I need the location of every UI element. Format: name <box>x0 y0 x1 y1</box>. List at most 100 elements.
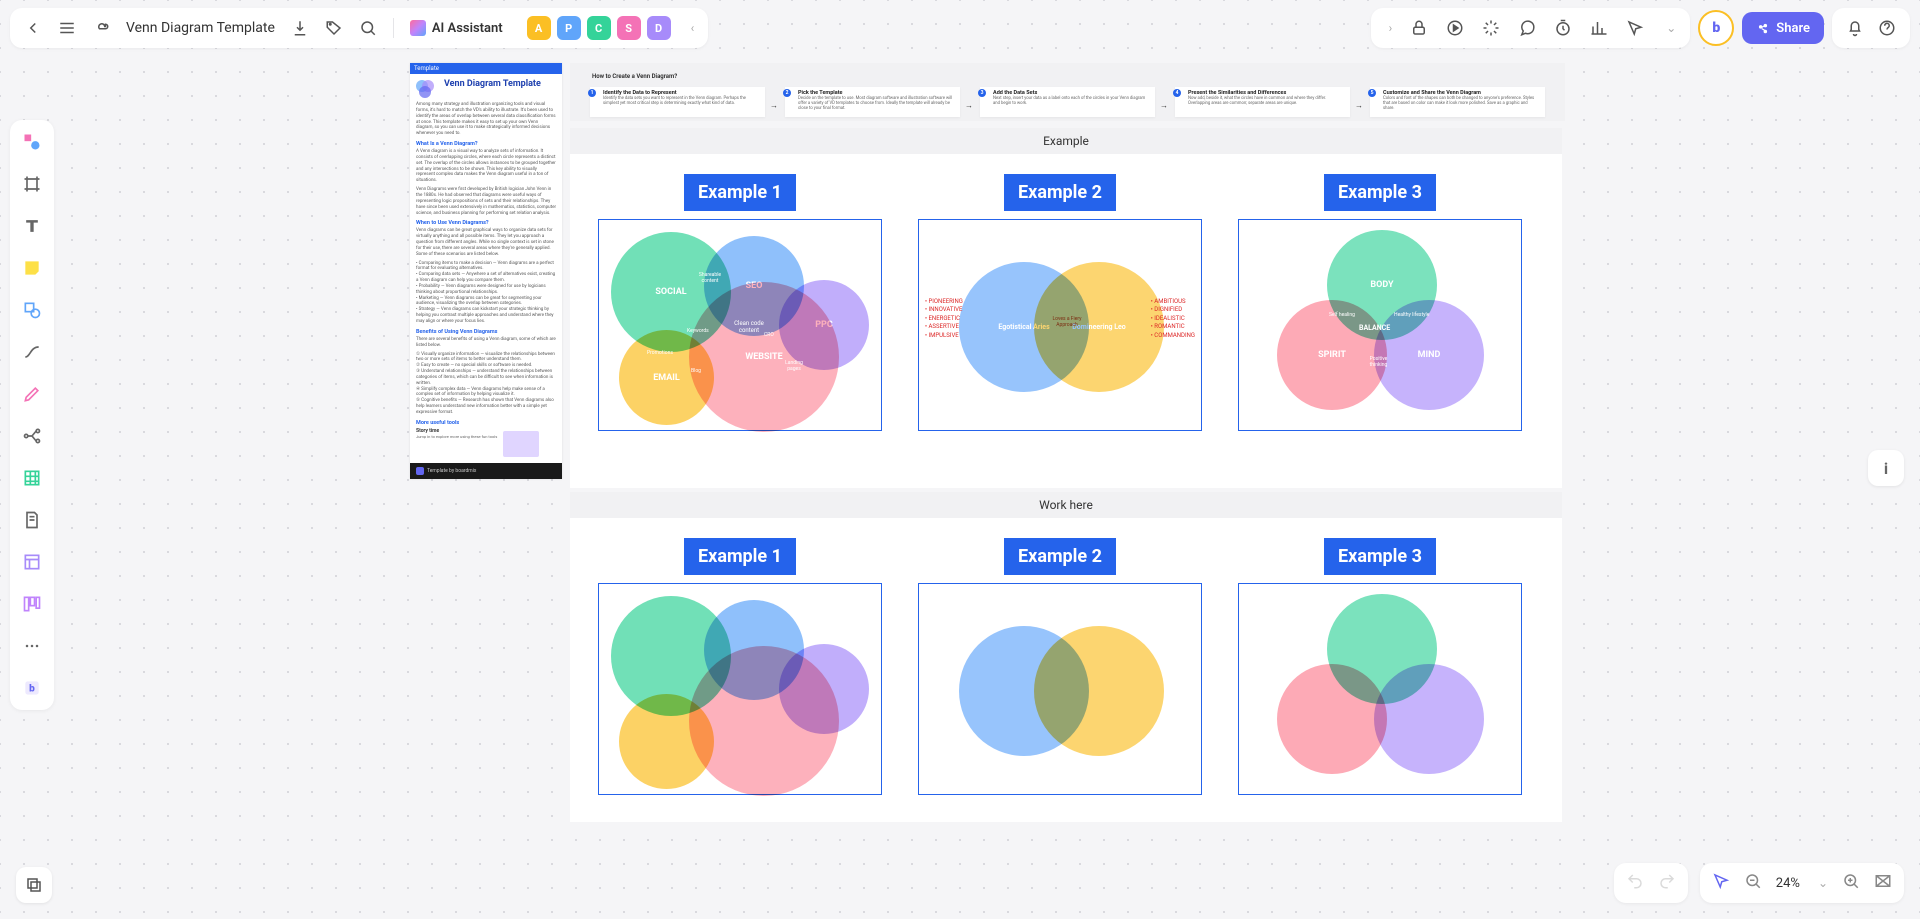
overlap-bm: Healthy lifestyle <box>1394 312 1429 318</box>
venn-blank-1[interactable] <box>598 583 882 795</box>
zoom-in-icon[interactable] <box>1842 872 1860 894</box>
doc-title[interactable]: Venn Diagram Template <box>126 20 275 36</box>
venn-box-1[interactable]: SOCIAL SEO PPC WEBSITE EMAIL Clean code … <box>598 219 882 431</box>
table-icon[interactable] <box>20 466 44 490</box>
step-card[interactable]: 4Present the Similarities and Difference… <box>1175 87 1350 117</box>
ai-assistant-button[interactable]: AI Assistant <box>410 20 503 36</box>
menu-icon[interactable] <box>58 19 76 37</box>
back-icon[interactable] <box>24 19 42 37</box>
avatar[interactable]: P <box>557 16 581 40</box>
notif-group <box>1832 8 1910 48</box>
zoom-chev[interactable]: ⌄ <box>1818 876 1828 890</box>
pointer-icon[interactable] <box>1712 872 1730 894</box>
circle[interactable] <box>1277 664 1387 774</box>
example-col: Example 1 SOCIAL SEO PPC WEBSITE EMAIL C… <box>598 174 882 431</box>
steps-title: How to Create a Venn Diagram? <box>592 73 677 80</box>
venn-blank-2[interactable] <box>918 583 1202 795</box>
venn-blank-3[interactable] <box>1238 583 1522 795</box>
avatar[interactable]: S <box>617 16 641 40</box>
example-label[interactable]: Example 1 <box>684 538 796 575</box>
bell-icon[interactable] <box>1846 19 1864 37</box>
circle-website[interactable]: WEBSITE <box>689 282 839 432</box>
tool-thumb[interactable] <box>503 431 539 457</box>
cloud-icon <box>92 19 110 37</box>
help-icon[interactable] <box>1878 19 1896 37</box>
logo-pill[interactable]: b <box>1698 10 1734 46</box>
example-col: Example 2 Egotistical Aries Domineering … <box>918 174 1202 431</box>
shape-icon[interactable] <box>20 298 44 322</box>
apps-icon[interactable]: b <box>20 676 44 700</box>
tag-icon[interactable] <box>325 19 343 37</box>
example-col: Example 3 <box>1238 538 1522 795</box>
cursor-icon[interactable] <box>1626 19 1644 37</box>
search-icon[interactable] <box>359 19 377 37</box>
mindmap-icon[interactable] <box>20 424 44 448</box>
more-icon[interactable] <box>20 634 44 658</box>
lock-icon[interactable] <box>1410 19 1428 37</box>
avatar[interactable]: A <box>527 16 551 40</box>
example-label[interactable]: Example 2 <box>1004 538 1116 575</box>
chart-icon[interactable] <box>1590 19 1608 37</box>
doc-sec1: What Is a Venn Diagram? <box>416 141 556 147</box>
pen-icon[interactable] <box>20 382 44 406</box>
doc-sec3: Benefits of Using Venn Diagrams <box>416 329 556 335</box>
example-col: Example 1 <box>598 538 882 795</box>
example-label[interactable]: Example 1 <box>684 174 796 211</box>
doc-p4: There are several benefits of using a Ve… <box>416 337 556 349</box>
download-icon[interactable] <box>291 19 309 37</box>
step-card[interactable]: 2Pick the TemplateDecide on the template… <box>785 87 960 117</box>
circle[interactable] <box>1374 664 1484 774</box>
example-section[interactable]: Example Example 1 SOCIAL SEO PPC WEBSITE… <box>570 128 1562 488</box>
circle[interactable] <box>689 646 839 796</box>
example-label[interactable]: Example 3 <box>1324 538 1436 575</box>
doc-main-title: Venn Diagram Template <box>444 80 541 90</box>
layers-button[interactable] <box>16 867 52 903</box>
venn-box-3[interactable]: BODY SPIRIT MIND BALANCE Self healing He… <box>1238 219 1522 431</box>
zoom-out-icon[interactable] <box>1744 872 1762 894</box>
chevron-left-icon[interactable]: ‹ <box>691 21 695 35</box>
steps-row[interactable]: How to Create a Venn Diagram? 1Identify … <box>570 63 1565 121</box>
circle[interactable] <box>619 694 714 789</box>
venn-box-2[interactable]: Egotistical Aries Domineering Leo Loves … <box>918 219 1202 431</box>
kanban-icon[interactable] <box>20 592 44 616</box>
undo-icon[interactable] <box>1626 872 1644 894</box>
avatar[interactable]: C <box>587 16 611 40</box>
sparkle-icon[interactable] <box>1482 19 1500 37</box>
divider <box>393 18 394 38</box>
doc-p1: A Venn diagram is a visual way to analyz… <box>416 149 556 184</box>
info-button[interactable]: i <box>1868 450 1904 486</box>
circle-email[interactable]: EMAIL <box>619 330 714 425</box>
topbar-left: Venn Diagram Template AI Assistant A P C… <box>10 8 708 48</box>
template-icon[interactable] <box>20 550 44 574</box>
timer-icon[interactable] <box>1554 19 1572 37</box>
redo-icon[interactable] <box>1658 872 1676 894</box>
connector-icon[interactable] <box>20 340 44 364</box>
step-card[interactable]: 3Add the Data SetsNext step, insert your… <box>980 87 1155 117</box>
avatar[interactable]: D <box>647 16 671 40</box>
text-icon[interactable] <box>20 214 44 238</box>
frame-icon[interactable] <box>20 172 44 196</box>
example-row: Example 1 Example 2 Example 3 <box>570 518 1562 815</box>
play-icon[interactable] <box>1446 19 1464 37</box>
doc-banner: Template <box>410 63 562 74</box>
shapes-icon[interactable] <box>20 130 44 154</box>
arrow-icon: → <box>1355 101 1363 110</box>
arrow-icon: → <box>770 101 778 110</box>
example-label[interactable]: Example 3 <box>1324 174 1436 211</box>
doc-panel[interactable]: Template Venn Diagram Template Among man… <box>410 63 562 479</box>
zoom-value[interactable]: 24% <box>1776 876 1800 891</box>
share-button[interactable]: Share <box>1742 12 1824 44</box>
example-label[interactable]: Example 2 <box>1004 174 1116 211</box>
sticky-icon[interactable] <box>20 256 44 280</box>
presence-avatars: A P C S D <box>527 16 671 40</box>
doc-icon[interactable] <box>20 508 44 532</box>
fit-icon[interactable] <box>1874 872 1892 894</box>
step-card[interactable]: 5Customize and Share the Venn DiagramCol… <box>1370 87 1545 117</box>
arrow-icon: → <box>1160 101 1168 110</box>
chevron-down-icon[interactable]: ⌄ <box>1666 21 1676 35</box>
comment-icon[interactable] <box>1518 19 1536 37</box>
step-card[interactable]: 1Identify the Data to RepresentIdentify … <box>590 87 765 117</box>
chevron-right-icon[interactable]: › <box>1389 21 1393 35</box>
work-section[interactable]: Work here Example 1 Example 2 Example 3 <box>570 492 1562 822</box>
circle[interactable] <box>1034 626 1164 756</box>
